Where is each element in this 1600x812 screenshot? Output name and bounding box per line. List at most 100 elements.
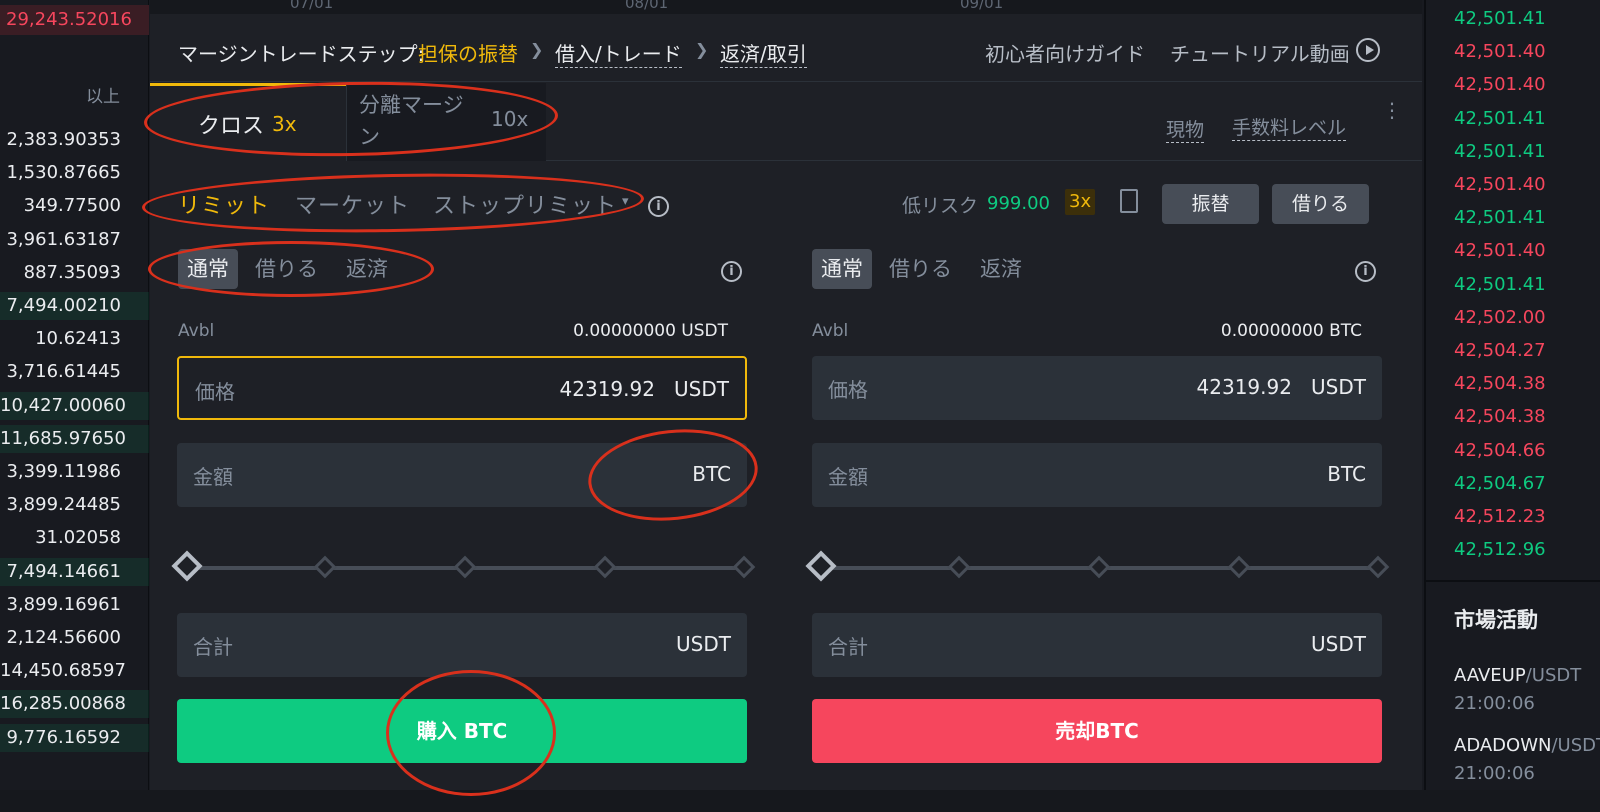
- chevron-right-icon: ❯: [695, 40, 709, 59]
- beginner-guide-link[interactable]: 初心者向けガイド: [985, 38, 1145, 67]
- margin-mode-row: クロス 3x 分離マージン 10x 現物 手数料レベル ⋮: [150, 83, 1422, 161]
- risk-value: 999.00: [987, 193, 1050, 214]
- buy-amount-field[interactable]: 金額 BTC: [177, 443, 747, 507]
- info-icon[interactable]: i: [648, 196, 669, 217]
- leverage-badge[interactable]: 3x: [1065, 189, 1096, 215]
- market-activity-pair[interactable]: ADADOWN/USDT: [1454, 735, 1600, 756]
- buy-avbl-value: 0.00000000 USDT: [573, 321, 728, 341]
- buy-btc-button[interactable]: 購入 BTC: [177, 699, 747, 763]
- order-book-row[interactable]: 10.62413: [0, 325, 149, 353]
- slider-handle[interactable]: [171, 550, 203, 582]
- step-borrow-trade[interactable]: 借入/トレード: [555, 38, 682, 68]
- info-icon[interactable]: i: [1355, 261, 1376, 282]
- order-book-row[interactable]: 14,450.68597: [0, 657, 149, 685]
- fee-level-link[interactable]: 手数料レベル: [1232, 113, 1347, 141]
- order-book-row[interactable]: 11,685.97650: [0, 424, 149, 453]
- trade-price: 42,504.38: [1454, 373, 1546, 395]
- trade-price: 42,501.40: [1454, 74, 1546, 96]
- margin-trade-screen: 29,243.52016 以上 2,383.90353 1,530.87665 34…: [0, 0, 1600, 812]
- amount-label: 金額: [828, 465, 868, 489]
- market-activity-time: 21:00:06: [1454, 693, 1535, 714]
- slider-step-25[interactable]: [947, 555, 971, 579]
- step-collateral-transfer[interactable]: 担保の振替: [418, 38, 518, 67]
- caret-down-icon[interactable]: ▾: [622, 194, 629, 209]
- sell-btc-button[interactable]: 売却BTC: [812, 699, 1382, 763]
- price-label: 価格: [195, 380, 235, 404]
- order-type-stop-limit[interactable]: ストップリミット: [433, 188, 617, 220]
- order-book-row[interactable]: 2,124.56600: [0, 624, 149, 652]
- slider-step-100[interactable]: [1366, 555, 1390, 579]
- play-icon[interactable]: [1356, 38, 1380, 62]
- trade-price: 42,501.40: [1454, 240, 1546, 262]
- trade-price: 42,512.96: [1454, 539, 1546, 561]
- order-form-panel: 07/01 08/01 09/01 マージントレードステップ: 担保の振替 ❯ …: [150, 0, 1422, 812]
- order-book-above-label: 以上: [86, 87, 120, 107]
- order-book-row[interactable]: 10,427.00060: [0, 391, 149, 420]
- order-book-row[interactable]: 3,899.16961: [0, 591, 149, 619]
- order-book-row[interactable]: 3,899.24485: [0, 491, 149, 519]
- trade-price: 42,504.38: [1454, 406, 1546, 428]
- order-book-row[interactable]: 31.02058: [0, 524, 149, 552]
- buy-tab-normal[interactable]: 通常: [178, 249, 238, 289]
- slider-step-50[interactable]: [1087, 555, 1111, 579]
- order-type-limit[interactable]: リミット: [178, 188, 270, 220]
- step-repay-trade[interactable]: 返済/取引: [720, 38, 807, 68]
- sell-total-field[interactable]: 合計 USDT: [812, 613, 1382, 677]
- sell-percent-slider[interactable]: [805, 550, 1390, 583]
- sell-amount-field[interactable]: 金額 BTC: [812, 443, 1382, 507]
- more-options-icon[interactable]: ⋮: [1382, 100, 1402, 120]
- buy-total-field[interactable]: 合計 USDT: [177, 613, 747, 677]
- borrow-button[interactable]: 借りる: [1272, 184, 1369, 224]
- trade-price: 42,501.41: [1454, 207, 1546, 229]
- sell-avbl-label: Avbl: [812, 321, 849, 341]
- chart-axis: 07/01 08/01 09/01: [150, 0, 1422, 14]
- sell-avbl-value: 0.00000000 BTC: [1220, 321, 1362, 341]
- sell-tab-repay[interactable]: 返済: [980, 249, 1022, 289]
- trade-price: 42,512.23: [1454, 506, 1546, 527]
- info-icon[interactable]: i: [721, 261, 742, 282]
- order-book-row[interactable]: 7,494.14661: [0, 557, 149, 586]
- cross-label: クロス: [198, 114, 265, 139]
- buy-tab-repay[interactable]: 返済: [346, 249, 388, 289]
- market-activity-pair[interactable]: AAVEUP/USDT: [1454, 665, 1581, 686]
- order-book-row[interactable]: 349.77500: [0, 192, 149, 220]
- buy-avbl-label: Avbl: [178, 321, 215, 341]
- order-book-top-value: 29,243.52016: [0, 5, 149, 35]
- order-book-row[interactable]: 887.35093: [0, 259, 149, 287]
- transfer-button[interactable]: 振替: [1162, 184, 1259, 224]
- order-book-row[interactable]: 3,399.11986: [0, 458, 149, 486]
- slider-step-50[interactable]: [453, 555, 477, 579]
- calculator-icon[interactable]: [1120, 189, 1138, 213]
- tab-cross-margin[interactable]: クロス 3x: [150, 83, 346, 161]
- order-book-row[interactable]: 2,383.90353: [0, 126, 149, 154]
- trade-price: 42,501.41: [1454, 140, 1546, 162]
- spot-link[interactable]: 現物: [1166, 115, 1205, 143]
- trade-price: 42,504.66: [1454, 439, 1546, 461]
- order-book-row[interactable]: 3,961.63187: [0, 226, 149, 254]
- margin-steps-bar: マージントレードステップ: 担保の振替 ❯ 借入/トレード ❯ 返済/取引 初心…: [150, 14, 1422, 82]
- order-book-column: 29,243.52016 以上 2,383.90353 1,530.87665 34…: [0, 0, 149, 812]
- order-book-row[interactable]: 7,494.00210: [0, 292, 149, 320]
- slider-step-25[interactable]: [313, 555, 337, 579]
- buy-price-field[interactable]: 価格 42319.92 USDT: [177, 356, 747, 420]
- order-book-row[interactable]: 3,716.61445: [0, 358, 149, 386]
- slider-step-75[interactable]: [593, 555, 617, 579]
- order-book-row[interactable]: 9,776.16592: [0, 723, 149, 752]
- tutorial-video-link[interactable]: チュートリアル動画: [1170, 38, 1350, 67]
- slider-step-75[interactable]: [1227, 555, 1251, 579]
- order-book-row[interactable]: 1,530.87665: [0, 159, 149, 187]
- order-book-row[interactable]: 16,285.00868: [0, 690, 149, 719]
- slider-handle[interactable]: [805, 550, 837, 582]
- trade-price: 42,502.00: [1454, 306, 1546, 328]
- buy-percent-slider[interactable]: [171, 550, 756, 583]
- sell-price-field[interactable]: 価格 42319.92 USDT: [812, 356, 1382, 420]
- order-type-market[interactable]: マーケット: [295, 188, 410, 220]
- tab-isolated-margin[interactable]: 分離マージン 10x: [346, 83, 546, 161]
- slider-step-100[interactable]: [732, 555, 756, 579]
- amount-unit: BTC: [1327, 462, 1366, 486]
- trade-price: 42,501.41: [1454, 8, 1546, 29]
- axis-tick-label: 08/01: [625, 0, 669, 12]
- sell-tab-borrow[interactable]: 借りる: [889, 249, 952, 289]
- sell-tab-normal[interactable]: 通常: [812, 249, 872, 289]
- buy-tab-borrow[interactable]: 借りる: [255, 249, 318, 289]
